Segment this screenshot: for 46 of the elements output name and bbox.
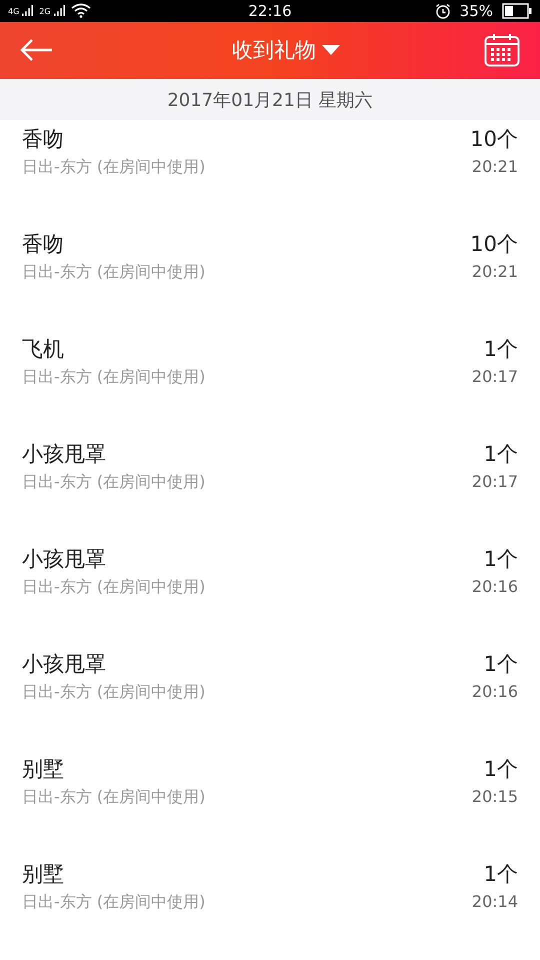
gift-time: 20:21 (472, 156, 518, 178)
gift-count: 1个 (484, 336, 518, 363)
gift-source: 日出-东方 (在房间中使用) (22, 471, 206, 493)
gift-count: 1个 (484, 441, 518, 468)
network-label: 2G (39, 7, 51, 16)
gift-source: 日出-东方 (在房间中使用) (22, 366, 206, 388)
gift-time: 20:16 (472, 576, 518, 598)
battery-icon (502, 2, 532, 19)
caret-icon (322, 45, 340, 56)
gift-name: 别墅 (22, 756, 65, 783)
calendar-icon[interactable] (484, 33, 520, 68)
wifi-icon (70, 3, 91, 18)
gift-time: 20:15 (472, 786, 518, 808)
battery-percent: 35% (460, 2, 493, 20)
gift-source: 日出-东方 (在房间中使用) (22, 576, 206, 598)
gift-source: 日出-东方 (在房间中使用) (22, 261, 206, 283)
back-arrow-icon[interactable] (20, 39, 54, 62)
date-heading: 2017年01月21日 星期六 (167, 89, 373, 112)
gift-count: 10个 (470, 231, 518, 258)
clock-time: 22:16 (248, 2, 292, 20)
gift-source: 日出-东方 (在房间中使用) (22, 786, 206, 808)
gift-time: 20:17 (472, 366, 518, 388)
alarm-icon (434, 2, 451, 19)
title-dropdown[interactable]: 收到礼物 (232, 36, 340, 64)
gift-count: 1个 (484, 651, 518, 678)
gift-time: 20:16 (472, 681, 518, 703)
gift-source: 日出-东方 (在房间中使用) (22, 891, 206, 913)
signal-icon (54, 4, 65, 18)
gift-count: 1个 (484, 546, 518, 573)
gift-name: 香吻 (22, 231, 65, 258)
gift-count: 1个 (484, 756, 518, 783)
network-label: 4G (8, 7, 20, 16)
gift-source: 日出-东方 (在房间中使用) (22, 681, 206, 703)
gift-name: 别墅 (22, 861, 65, 888)
gift-time: 20:21 (472, 261, 518, 283)
gift-count: 10个 (470, 126, 518, 153)
gift-name: 小孩甩罩 (22, 546, 107, 573)
gift-count: 1个 (484, 861, 518, 888)
gift-name: 小孩甩罩 (22, 441, 107, 468)
gift-source: 日出-东方 (在房间中使用) (22, 156, 206, 178)
gift-name: 香吻 (22, 126, 65, 153)
signal-icon (22, 4, 34, 18)
gift-name: 飞机 (22, 336, 65, 363)
gift-time: 20:17 (472, 471, 518, 493)
gift-time: 20:14 (472, 891, 518, 913)
gift-name: 小孩甩罩 (22, 651, 107, 678)
